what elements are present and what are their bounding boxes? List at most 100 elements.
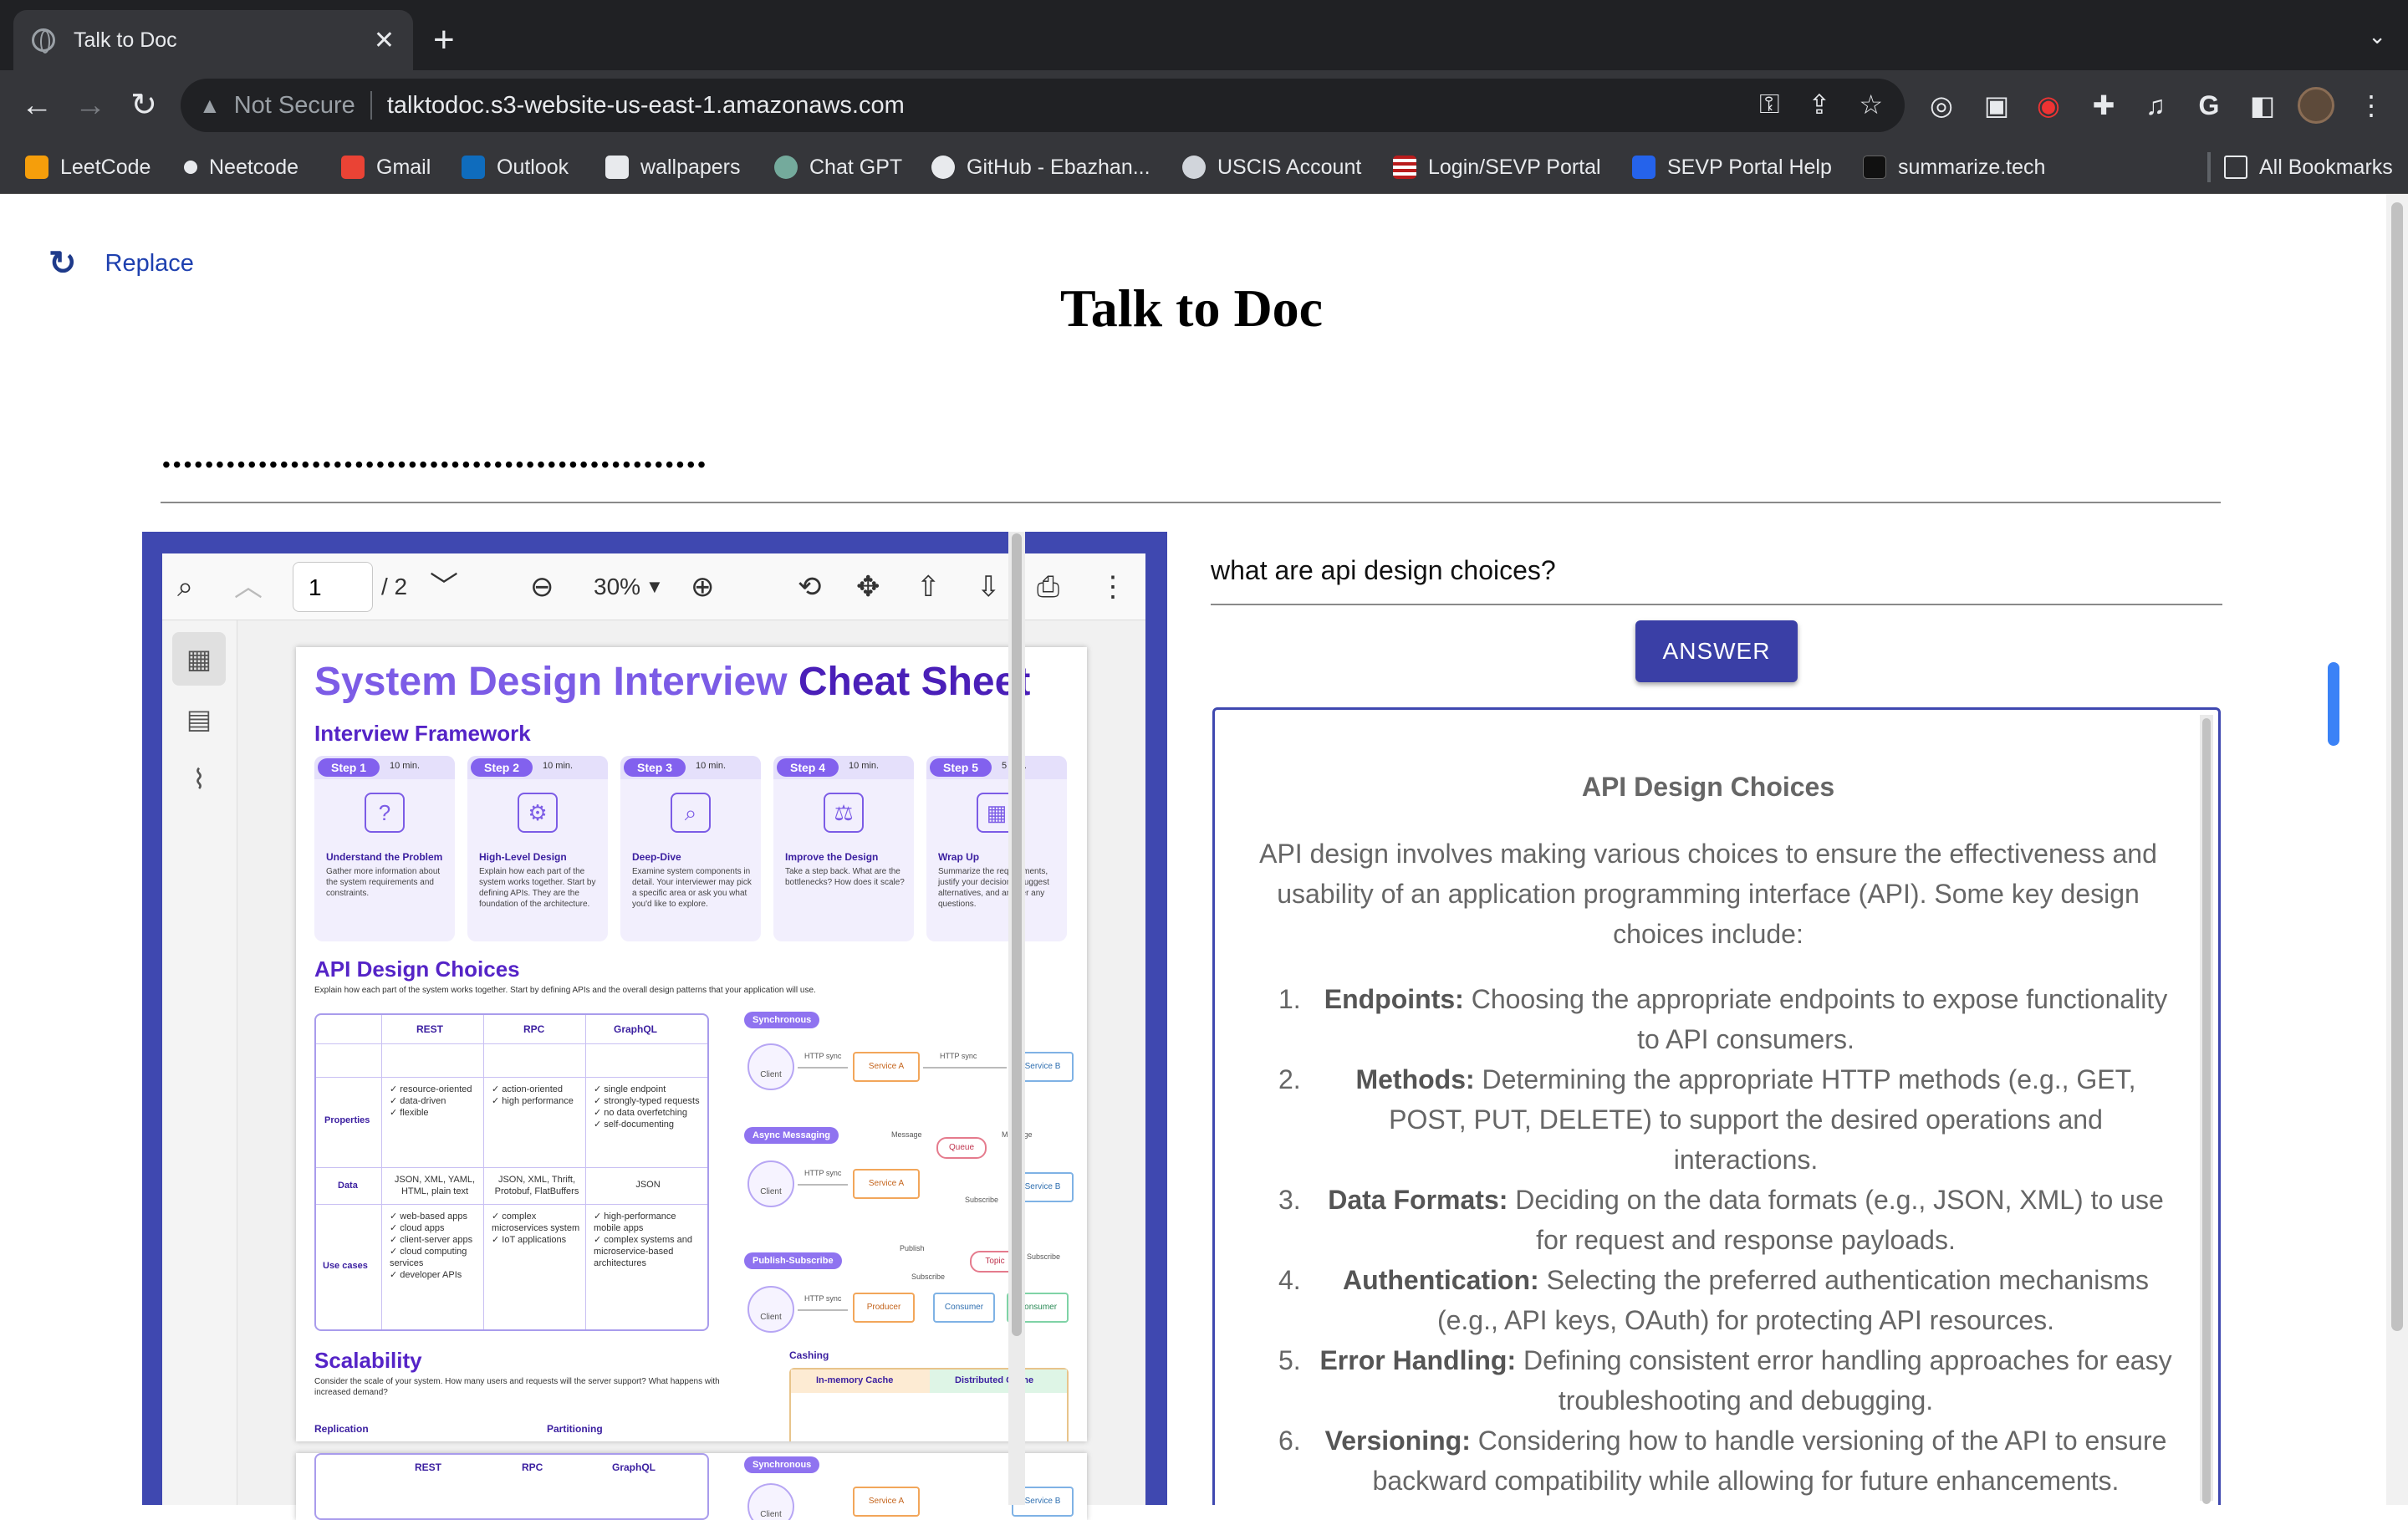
thumbnails-icon[interactable]: ▦ xyxy=(172,632,226,686)
api-key-input[interactable] xyxy=(161,428,2221,503)
step-card: Step 3 10 min. ⌕ Deep-Dive Examine system co… xyxy=(620,756,761,941)
scalability-subtitle: Consider the scale of your system. How m… xyxy=(314,1377,720,1397)
magnifier-icon: ⌕ xyxy=(671,793,711,833)
chatgpt-icon xyxy=(774,156,798,179)
address-bar[interactable]: ▲ Not Secure talktodoc.s3-website-us-eas… xyxy=(181,79,1905,132)
api-subtitle: Explain how each part of the system work… xyxy=(314,986,816,995)
tab-strip: Talk to Doc ✕ + ⌄ xyxy=(0,0,2408,70)
client-node: Client xyxy=(747,1043,794,1090)
page-total: / 2 xyxy=(381,574,408,599)
pan-icon[interactable]: ✥ xyxy=(856,567,880,607)
api-heading: API Design Choices xyxy=(314,956,520,982)
client-node: Client xyxy=(747,1286,794,1333)
pdf-sidebar: ▦ ▤ ⌇ xyxy=(162,620,237,1505)
api-comparison-table: REST RPC GraphQL Properties Data Use cas… xyxy=(314,1013,709,1331)
puzzle-icon[interactable]: ✚ xyxy=(2085,87,2122,124)
folder-icon xyxy=(2224,156,2247,179)
pdf-viewer: ⌕ ︿ 1 / 2 ﹀ ⊖ 30% ▼ ⊕ ⟲ ✥ ⇧ ⇩ ⎙ ⋮ ▦ ▤ ⌇ xyxy=(162,553,1145,1520)
record-extension-icon[interactable]: ◉ xyxy=(2030,87,2067,124)
bookmark-summarize[interactable]: summarize.tech xyxy=(1863,152,2045,182)
zoom-select[interactable]: 30% xyxy=(594,567,640,607)
back-icon[interactable]: ← xyxy=(17,85,57,125)
pdf-toolbar: ⌕ ︿ 1 / 2 ﹀ ⊖ 30% ▼ ⊕ ⟲ ✥ ⇧ ⇩ ⎙ ⋮ xyxy=(162,553,1145,620)
step-card: Step 55 min.▦Wrap UpSummarize the requir… xyxy=(926,756,1067,941)
list-item: 1. Endpoints: Choosing the appropriate en… xyxy=(1278,984,2168,1054)
bookmark-wallpapers[interactable]: wallpapers xyxy=(605,152,741,182)
bookmark-leetcode[interactable]: LeetCode xyxy=(25,152,150,182)
scale-icon: ⚖ xyxy=(824,793,864,833)
framework-heading: Interview Framework xyxy=(314,721,531,746)
bookmark-outlook[interactable]: Outlook xyxy=(462,152,569,182)
divider xyxy=(370,91,372,120)
bookmark-github[interactable]: GitHub - Ebazhan... xyxy=(931,152,1150,182)
media-queue-icon[interactable]: ♫ xyxy=(2137,87,2174,124)
pdf-title: System Design Interview Cheat Sheet xyxy=(314,660,1031,704)
answer-button[interactable]: ANSWER xyxy=(1635,620,1798,682)
upload-icon[interactable]: ⇧ xyxy=(916,567,941,607)
menu-kebab-icon[interactable]: ⋮ xyxy=(2353,87,2390,124)
step-card: Step 4 10 min. ⚖ Improve the Design Take a s… xyxy=(773,756,914,941)
grammarly-icon[interactable]: G xyxy=(2191,87,2227,124)
sevp-s-icon xyxy=(1632,156,1656,179)
bookmark-neetcode[interactable]: Neetcode xyxy=(184,152,298,182)
dropdown-caret-icon[interactable]: ▼ xyxy=(645,567,664,607)
zoom-out-icon[interactable]: ⊖ xyxy=(530,567,554,607)
side-tab-indicator[interactable] xyxy=(2328,662,2339,746)
browser-toolbar: ← → ↻ ▲ Not Secure talktodoc.s3-website-… xyxy=(0,70,2408,140)
api-diagram-icon: ⚙ xyxy=(518,793,558,833)
prev-page-icon[interactable]: ︿ xyxy=(234,567,263,607)
answer-intro: API design involves making various choic… xyxy=(1259,839,2157,949)
attachment-icon[interactable]: ⌇ xyxy=(172,752,226,806)
bookmark-gmail[interactable]: Gmail xyxy=(341,152,431,182)
answer-panel: API Design Choices API design involves m… xyxy=(1212,707,2221,1505)
search-icon[interactable]: ⌕ xyxy=(177,567,193,607)
reload-icon[interactable]: ↻ xyxy=(124,85,164,125)
divider xyxy=(2209,152,2211,182)
close-tab-icon[interactable]: ✕ xyxy=(374,26,395,55)
pdf-scrollbar[interactable] xyxy=(1008,532,1025,1505)
summarize-icon xyxy=(1863,156,1886,179)
all-bookmarks[interactable]: All Bookmarks xyxy=(2207,152,2393,182)
warning-icon[interactable]: ▲ xyxy=(199,93,221,119)
security-label[interactable]: Not Secure xyxy=(234,92,355,120)
forward-icon[interactable]: → xyxy=(70,85,110,125)
notion-icon[interactable]: ▣ xyxy=(1978,87,2015,124)
bookmark-sevp-help[interactable]: SEVP Portal Help xyxy=(1632,152,1832,182)
bookmarks-bar: LeetCode Neetcode Gmail Outlook wallpape… xyxy=(0,140,2408,194)
key-icon[interactable]: ⚿ xyxy=(1759,89,1779,120)
page-scrollbar[interactable] xyxy=(2386,194,2408,1505)
page-number-input[interactable]: 1 xyxy=(293,562,373,612)
list-item: 6. Versioning: Considering how to handle … xyxy=(1278,1426,2167,1496)
side-panel-icon[interactable]: ◧ xyxy=(2244,87,2281,124)
more-options-icon[interactable]: ⋮ xyxy=(1099,567,1127,607)
tab-talk-to-doc[interactable]: Talk to Doc ✕ xyxy=(13,10,413,70)
async-chip: Async Messaging xyxy=(744,1127,839,1144)
bookmark-uscis[interactable]: USCIS Account xyxy=(1182,152,1361,182)
profile-avatar[interactable] xyxy=(2298,87,2334,124)
bookmark-sevp-login[interactable]: Login/SEVP Portal xyxy=(1393,152,1601,182)
next-page-icon[interactable]: ﹀ xyxy=(430,567,458,607)
new-tab-button[interactable]: + xyxy=(433,17,455,64)
chevron-down-icon[interactable]: ⌄ xyxy=(2368,23,2386,49)
print-icon[interactable]: ⎙ xyxy=(1037,567,1059,607)
wallpapers-icon xyxy=(605,156,629,179)
extension-glasses-icon[interactable]: ◎ xyxy=(1923,87,1960,124)
bookmark-chatgpt[interactable]: Chat GPT xyxy=(774,152,902,182)
replace-label: Replace xyxy=(105,249,194,277)
star-icon[interactable]: ☆ xyxy=(1859,89,1883,120)
share-icon[interactable]: ⇪ xyxy=(1809,89,1831,120)
rotate-icon[interactable]: ⟲ xyxy=(798,567,822,607)
question-input[interactable] xyxy=(1211,537,2222,605)
us-flag-icon xyxy=(1393,156,1416,179)
outline-icon[interactable]: ▤ xyxy=(172,692,226,746)
answer-scrollbar[interactable] xyxy=(2200,715,2213,1504)
url-text[interactable]: talktodoc.s3-website-us-east-1.amazonaws… xyxy=(387,92,905,120)
download-icon[interactable]: ⇩ xyxy=(977,567,1001,607)
pubsub-chip: Publish-Subscribe xyxy=(744,1252,842,1269)
tab-title: Talk to Doc xyxy=(74,28,177,52)
zoom-in-icon[interactable]: ⊕ xyxy=(691,567,715,607)
step-card: Step 1 10 min.? Understand the Problem Gath… xyxy=(314,756,455,941)
uscis-seal-icon xyxy=(1182,156,1206,179)
sync-chip: Synchronous xyxy=(744,1012,820,1028)
client-node: Client xyxy=(747,1160,794,1207)
